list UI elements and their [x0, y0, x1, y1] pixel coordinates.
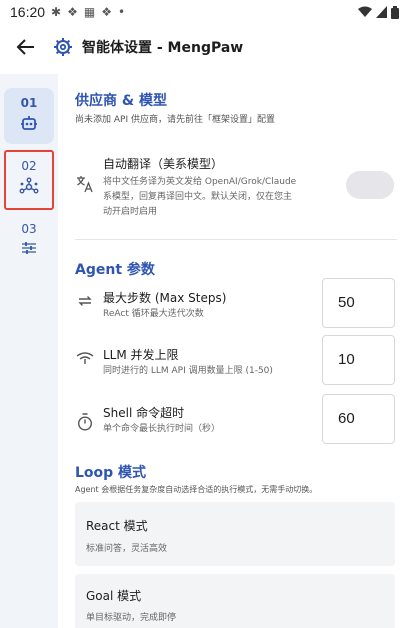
signal-icon	[376, 6, 387, 18]
provider-section-desc: 尚未添加 API 供应商，请先前往「框架设置」配置	[75, 115, 275, 125]
sidebar-item-number: 01	[20, 96, 38, 110]
auto-translate-title: 自动翻译（美系模型）	[103, 157, 224, 171]
notification-icons: ✱ ❖ ▦ ❖ •	[51, 5, 125, 19]
app-bar: 智能体设置 - MengPaw	[0, 28, 409, 66]
loop-mode-section-title: Loop 模式	[75, 465, 147, 481]
robot-icon	[20, 114, 38, 136]
shell-timeout-title: Shell 命令超时	[103, 406, 185, 420]
mode-card-desc: 单目标驱动，完成即停	[86, 613, 177, 623]
auto-translate-desc-line-1: 将中文任务译为英文发给 OpenAI/Grok/Claude	[103, 177, 297, 187]
agent-params-section-title: Agent 参数	[75, 262, 155, 278]
wifi-icon	[358, 6, 372, 17]
battery-icon	[391, 5, 399, 19]
gear-icon	[52, 36, 74, 58]
repeat-icon	[75, 291, 95, 311]
fan-icon: ✱	[51, 5, 62, 19]
llm-concurrency-title: LLM 并发上限	[103, 348, 179, 362]
mode-card-title: React 模式	[86, 519, 148, 533]
max-steps-input[interactable]: 50	[322, 278, 395, 328]
section-divider	[75, 239, 397, 240]
timer-icon	[75, 412, 95, 432]
auto-translate-toggle[interactable]	[346, 171, 394, 199]
sidebar-item-number: 03	[21, 221, 37, 236]
antenna-icon	[75, 348, 95, 368]
llm-concurrency-desc: 同时进行的 LLM API 调用数量上限 (1-50)	[103, 366, 273, 376]
dot-icon: •	[117, 5, 126, 19]
app-notification-icon-3: ❖	[101, 5, 112, 19]
sidebar: 01 02 03	[0, 74, 58, 628]
app-notification-icon: ❖	[67, 5, 78, 19]
shell-timeout-input[interactable]: 60	[322, 394, 395, 444]
sidebar-item-03[interactable]: 03	[4, 216, 54, 264]
mode-card-react[interactable]: React 模式 标准问答，灵活高效	[75, 502, 395, 566]
max-steps-title: 最大步数 (Max Steps)	[103, 291, 227, 305]
system-icons	[358, 5, 399, 19]
mode-card-desc: 标准问答，灵活高效	[86, 544, 168, 554]
translate-icon	[75, 174, 95, 194]
mode-card-title: Goal 模式	[86, 589, 142, 603]
page-title: 智能体设置 - MengPaw	[82, 40, 244, 56]
sidebar-item-01[interactable]: 01	[4, 88, 54, 144]
status-time: 16:20	[10, 4, 46, 20]
sidebar-item-02[interactable]: 02	[4, 150, 54, 210]
mode-card-goal[interactable]: Goal 模式 单目标驱动，完成即停	[75, 574, 395, 628]
back-arrow-icon[interactable]	[14, 35, 38, 59]
app-notification-icon-2: ▦	[83, 5, 96, 19]
auto-translate-desc-line-2: 系模型，回复再译回中文。默认关闭，仅在您主	[103, 192, 293, 202]
loop-mode-section-desc: Agent 会根据任务复杂度自动选择合适的执行模式，无需手动切换。	[75, 485, 318, 494]
shell-timeout-desc: 单个命令最长执行时间（秒）	[103, 424, 221, 434]
status-bar: 16:20 ✱ ❖ ▦ ❖ •	[0, 0, 409, 24]
provider-section-title: 供应商 & 模型	[75, 93, 167, 109]
sidebar-item-number: 02	[21, 159, 37, 173]
auto-translate-desc-line-3: 动开启时启用	[103, 207, 158, 217]
sliders-icon	[21, 240, 37, 259]
network-icon	[19, 177, 39, 201]
llm-concurrency-input[interactable]: 10	[322, 335, 395, 385]
max-steps-desc: ReAct 循环最大迭代次数	[103, 309, 204, 319]
